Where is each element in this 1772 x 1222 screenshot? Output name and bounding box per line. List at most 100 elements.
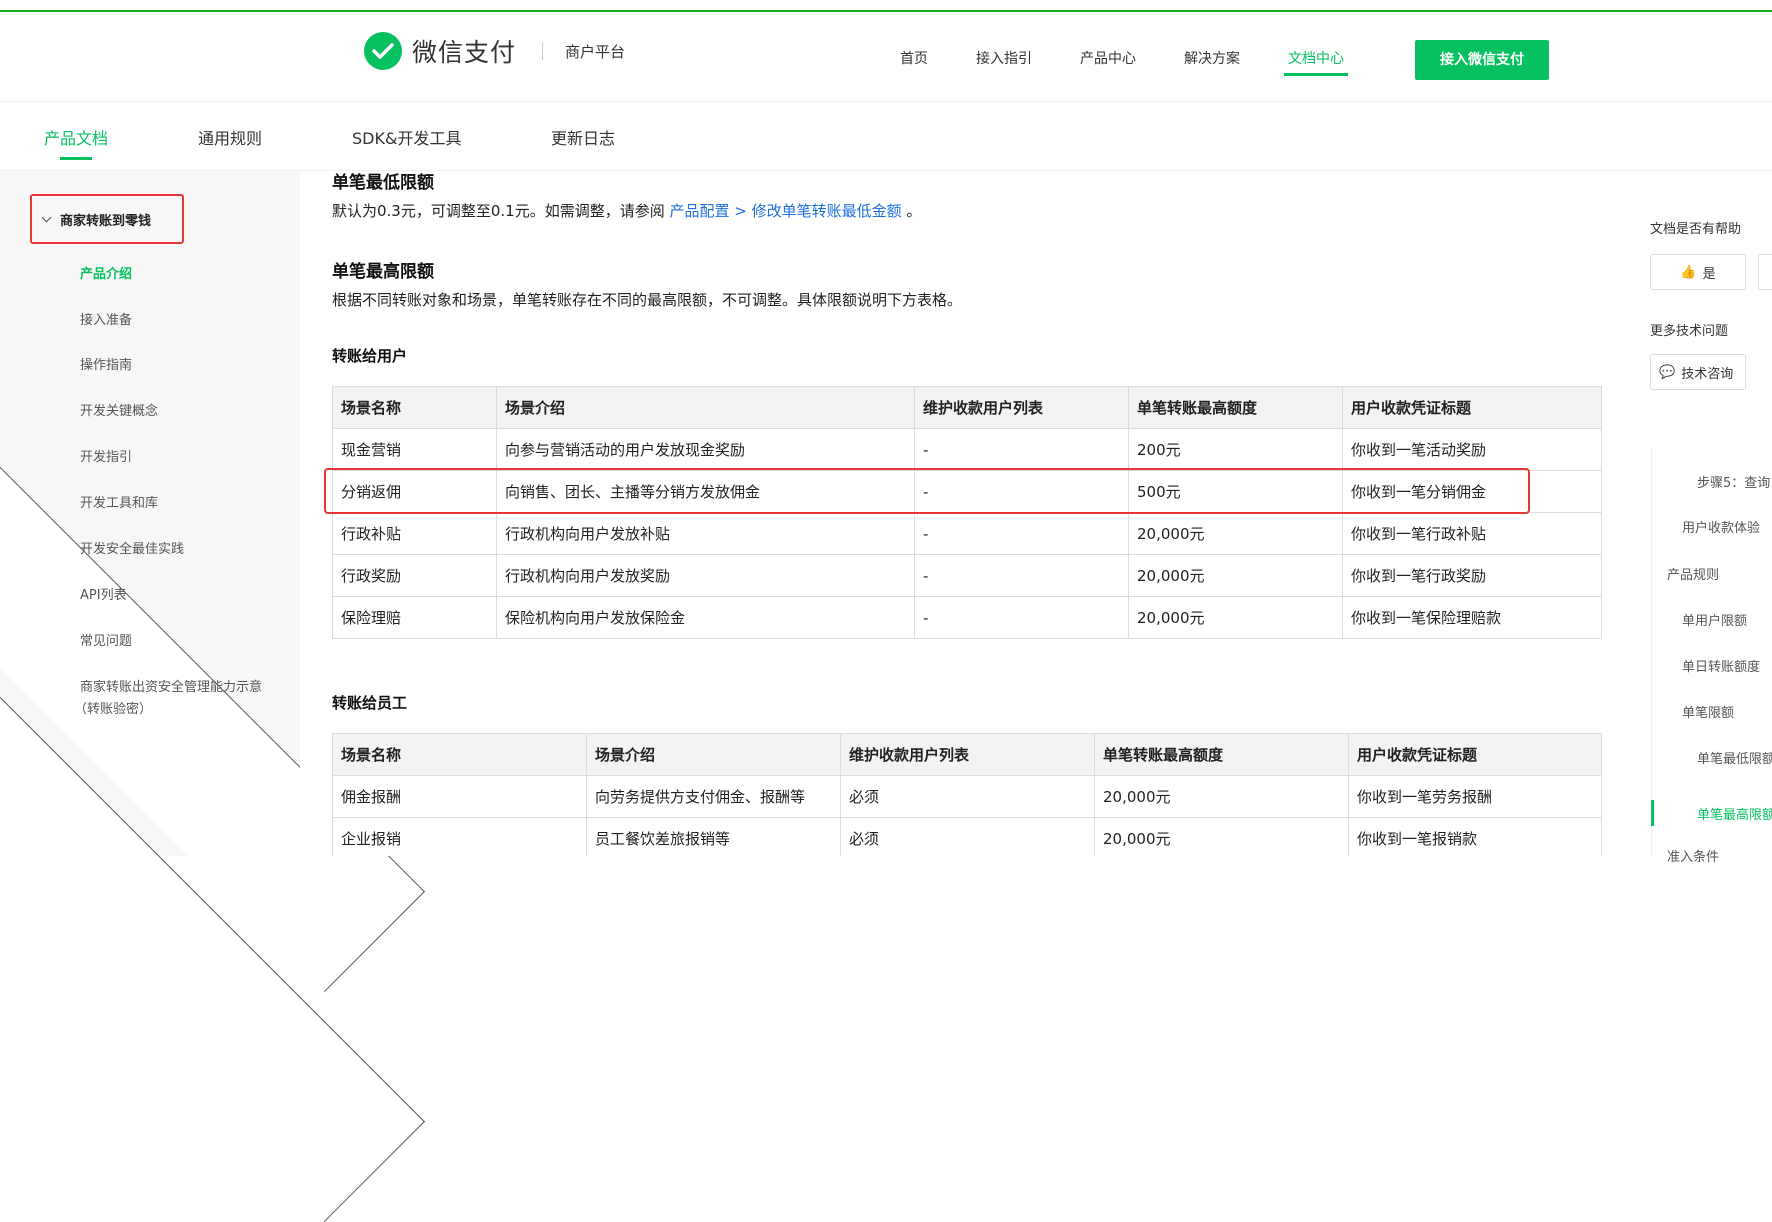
sidebar-item-api-list[interactable]: API列表 <box>80 584 127 603</box>
chevron-down-icon <box>41 212 52 223</box>
helpful-question: 文档是否有帮助 <box>1650 222 1742 237</box>
table-cell: 你收到一笔行政奖励 <box>1342 554 1602 597</box>
tech-consult-label: 技术咨询 <box>1681 366 1734 382</box>
table-cell: 20,000元 <box>1128 512 1343 555</box>
join-wechat-pay-button[interactable]: 接入微信支付 <box>1415 40 1549 80</box>
table-row: 保险理赔 保险机构向用户发放保险金 -20,000元 你收到一笔保险理赔款 <box>332 596 1602 639</box>
tab-product-docs[interactable]: 产品文档 <box>44 125 108 160</box>
sidebar-item-prep[interactable]: 接入准备 <box>80 309 132 328</box>
table-cell: 保险理赔 <box>332 596 497 639</box>
table-cell: - <box>914 512 1129 555</box>
col-user-list: 维护收款用户列表 <box>840 733 1095 776</box>
toc-item[interactable]: 单日转账额度 <box>1682 656 1760 675</box>
employees-limit-table: 场景名称 场景介绍 维护收款用户列表 单笔转账最高额度 用户收款凭证标题 佣金报… <box>332 733 1602 856</box>
table-cell: 保险机构向用户发放保险金 <box>496 596 915 639</box>
table-cell: 员工餐饮差旅报销等 <box>586 817 841 856</box>
table-cell: 20,000元 <box>1128 596 1343 639</box>
helpful-no-button[interactable] <box>1758 254 1772 290</box>
table-cell: 你收到一笔劳务报酬 <box>1348 775 1602 818</box>
table-cell: 你收到一笔保险理赔款 <box>1342 596 1602 639</box>
nav-item-docs[interactable]: 文档中心 <box>1284 48 1348 80</box>
nav-item-guide[interactable]: 接入指引 <box>976 48 1032 80</box>
min-limit-desc: 默认为0.3元，可调整至0.1元。如需调整，请参阅 <box>332 202 670 220</box>
table-cell: - <box>914 428 1129 471</box>
table-cell: 向参与营销活动的用户发放现金奖励 <box>496 428 915 471</box>
section-title-min: 单笔最低限额 <box>332 173 434 193</box>
col-scene-name: 场景名称 <box>332 386 497 429</box>
table-cell: 现金营销 <box>332 428 497 471</box>
col-max-amount: 单笔转账最高额度 <box>1094 733 1349 776</box>
sidebar-item-faq[interactable]: 常见问题 <box>80 630 132 649</box>
col-voucher-title: 用户收款凭证标题 <box>1348 733 1602 776</box>
table-cell: - <box>914 596 1129 639</box>
sidebar-group-label: 商家转账到零钱 <box>60 214 152 229</box>
toc-item[interactable]: 单笔限额 <box>1682 702 1734 721</box>
chat-icon: 💬 <box>1659 364 1676 380</box>
table-cell: 200元 <box>1128 428 1343 471</box>
table-of-contents: 步骤5：查询 用户收款体验 产品规则 单用户限额 单日转账额度 单笔限额 单笔最… <box>1651 448 1772 865</box>
main-nav: 首页 接入指引 产品中心 解决方案 文档中心 <box>900 48 1392 80</box>
sidebar-item-ops-guide[interactable]: 操作指南 <box>80 354 132 373</box>
table-cell: - <box>914 554 1129 597</box>
table-cell: 你收到一笔报销款 <box>1348 817 1602 856</box>
helpful-yes-label: 是 <box>1702 266 1716 282</box>
brand-logo[interactable]: 微信支付 商户平台 <box>364 32 625 70</box>
toc-item[interactable]: 用户收款体验 <box>1682 517 1760 536</box>
sidebar-item-dev-guide[interactable]: 开发指引 <box>80 446 132 465</box>
max-limit-text: 根据不同转账对象和场景，单笔转账存在不同的最高限额，不可调整。具体限额说明下方表… <box>332 291 963 309</box>
table-cell: 必须 <box>840 775 1095 818</box>
sidebar-item-fund-security[interactable]: 商家转账出资安全管理能力示意 <box>80 676 262 695</box>
table-cell: 20,000元 <box>1094 817 1349 856</box>
table-row: 企业报销 员工餐饮差旅报销等 必须 20,000元 你收到一笔报销款 <box>332 817 1602 856</box>
helpful-yes-button[interactable]: 👍 是 <box>1650 254 1746 290</box>
subsection-employees: 转账给员工 <box>332 694 408 712</box>
table-cell: 行政补贴 <box>332 512 497 555</box>
more-questions-label: 更多技术问题 <box>1650 324 1729 339</box>
min-limit-text: 默认为0.3元，可调整至0.1元。如需调整，请参阅 产品配置 > 修改单笔转账最… <box>332 200 921 221</box>
table-header-row: 场景名称 场景介绍 维护收款用户列表 单笔转账最高额度 用户收款凭证标题 <box>332 733 1602 776</box>
table-cell: 企业报销 <box>332 817 587 856</box>
toc-item[interactable]: 产品规则 <box>1667 564 1719 583</box>
sidebar-item-fund-security-sub: （转账验密） <box>74 702 153 717</box>
table-cell: 行政机构向用户发放奖励 <box>496 554 915 597</box>
nav-item-home[interactable]: 首页 <box>900 48 928 80</box>
col-scene-name: 场景名称 <box>332 733 587 776</box>
tab-general-rules[interactable]: 通用规则 <box>198 125 262 149</box>
table-cell: 20,000元 <box>1094 775 1349 818</box>
table-row: 佣金报酬 向劳务提供方支付佣金、报酬等 必须 20,000元 你收到一笔劳务报酬 <box>332 775 1602 818</box>
tab-changelog[interactable]: 更新日志 <box>551 125 615 149</box>
sidebar-item-security[interactable]: 开发安全最佳实践 <box>80 538 184 557</box>
table-cell: 向劳务提供方支付佣金、报酬等 <box>586 775 841 818</box>
col-scene-desc: 场景介绍 <box>496 386 915 429</box>
toc-item-active[interactable]: 单笔最高限额 <box>1697 804 1772 823</box>
wechat-pay-logo-icon <box>364 32 402 70</box>
nav-item-solutions[interactable]: 解决方案 <box>1184 48 1240 80</box>
product-config-link[interactable]: 产品配置 > 修改单笔转账最低金额 <box>669 202 901 220</box>
toc-item[interactable]: 步骤5：查询 <box>1697 472 1770 491</box>
table-row: 行政奖励 行政机构向用户发放奖励 -20,000元 你收到一笔行政奖励 <box>332 554 1602 597</box>
sidebar-item-product-intro[interactable]: 产品介绍 <box>80 263 132 282</box>
tab-sdk-tools[interactable]: SDK&开发工具 <box>352 125 461 149</box>
toc-item[interactable]: 单笔最低限额 <box>1697 748 1772 767</box>
subsection-users: 转账给用户 <box>332 347 408 365</box>
sidebar-item-dev-tools[interactable]: 开发工具和库 <box>80 492 158 511</box>
table-header-row: 场景名称 场景介绍 维护收款用户列表 单笔转账最高额度 用户收款凭证标题 <box>332 386 1602 429</box>
nav-item-products[interactable]: 产品中心 <box>1080 48 1136 80</box>
col-max-amount: 单笔转账最高额度 <box>1128 386 1343 429</box>
thumbs-up-icon: 👍 <box>1680 264 1697 280</box>
toc-item[interactable]: 单用户限额 <box>1682 610 1747 629</box>
col-voucher-title: 用户收款凭证标题 <box>1342 386 1602 429</box>
brand-name: 微信支付 <box>412 38 517 67</box>
table-cell: 必须 <box>840 817 1095 856</box>
col-user-list: 维护收款用户列表 <box>914 386 1129 429</box>
brand-divider <box>542 42 544 60</box>
doc-tabs: 产品文档 通用规则 SDK&开发工具 更新日志 <box>0 103 1772 171</box>
brand-subtitle: 商户平台 <box>565 42 626 61</box>
highlight-box <box>324 468 1530 514</box>
col-scene-desc: 场景介绍 <box>586 733 841 776</box>
tech-consult-button[interactable]: 💬 技术咨询 <box>1650 354 1746 390</box>
sidebar-item-key-concepts[interactable]: 开发关键概念 <box>80 400 158 419</box>
table-cell: 你收到一笔行政补贴 <box>1342 512 1602 555</box>
table-cell: 佣金报酬 <box>332 775 587 818</box>
sidebar-group-merchant-transfer[interactable]: 商家转账到零钱 <box>30 194 184 244</box>
